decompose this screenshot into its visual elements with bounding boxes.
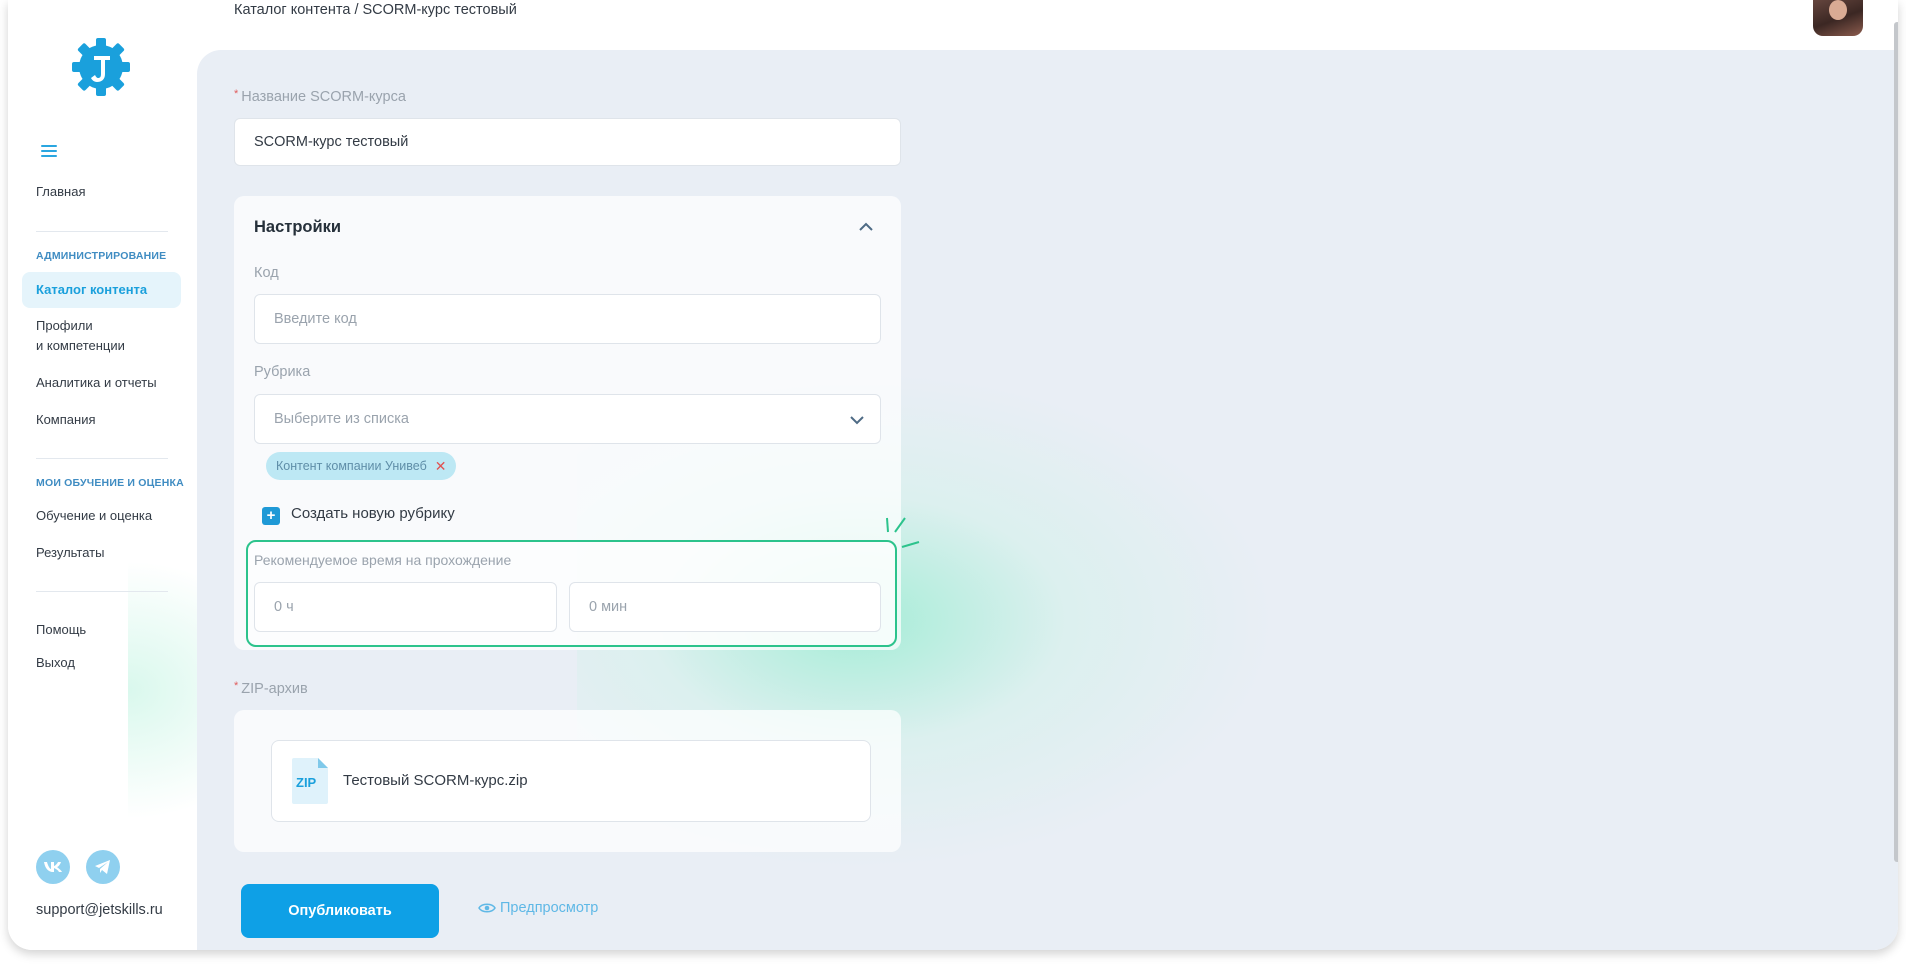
sidebar: Главная АДМИНИСТРИРОВАНИЕ Каталог контен… [8,0,288,950]
zip-file-icon-label: ZIP [296,775,317,790]
sidebar-item-home[interactable]: Главная [36,182,85,202]
sidebar-item-analytics[interactable]: Аналитика и отчеты [36,373,157,393]
zip-label: * ZIP-архив [234,680,308,697]
rubric-select-value: Выберите из списка [274,411,409,427]
preview-link-label: Предпросмотр [500,900,599,916]
sidebar-item-learning[interactable]: Обучение и оценка [36,506,152,526]
sidebar-divider [36,591,168,592]
support-email[interactable]: support@jetskills.ru [36,902,163,918]
telegram-icon[interactable] [86,850,120,884]
chevron-down-icon [850,416,864,425]
rubric-select[interactable]: Выберите из списка [254,394,881,444]
eye-icon [478,903,496,913]
rubric-tag-label: Контент компании Унивеб [276,459,427,473]
remove-tag-icon[interactable]: ✕ [435,458,447,475]
sidebar-item-help[interactable]: Помощь [36,620,86,640]
zip-file-icon: ZIP [292,758,328,804]
avatar[interactable] [1813,0,1863,36]
sidebar-item-profiles[interactable]: Профили и компетенции [36,316,125,356]
chevron-up-icon[interactable] [859,222,873,231]
plus-icon[interactable]: + [262,507,280,525]
sidebar-item-logout[interactable]: Выход [36,653,75,673]
menu-toggle-icon[interactable] [41,145,57,159]
sidebar-item-profiles-line2: и компетенции [36,338,125,353]
create-rubric-link[interactable]: Создать новую рубрику [291,505,455,522]
rubric-label: Рубрика [254,364,311,380]
hours-input[interactable]: 0 ч [254,582,557,632]
sidebar-divider [36,458,168,459]
app-window: Главная АДМИНИСТРИРОВАНИЕ Каталог контен… [8,0,1898,950]
jetskills-logo-icon[interactable] [70,36,132,98]
minutes-input[interactable]: 0 мин [569,582,881,632]
recommended-time-label: Рекомендуемое время на прохождение [254,552,512,568]
code-label: Код [254,265,279,281]
breadcrumb: Каталог контента / SCORM-курс тестовый [234,2,517,18]
sidebar-section-admin: АДМИНИСТРИРОВАНИЕ [36,250,167,262]
vk-icon[interactable] [36,850,70,884]
sidebar-item-company[interactable]: Компания [36,410,96,430]
course-name-label: * Название SCORM-курса [234,88,406,105]
zip-file-name: Тестовый SCORM-курс.zip [343,772,528,789]
rubric-tag: Контент компании Унивеб ✕ [266,452,457,480]
code-input[interactable]: Введите код [254,294,881,344]
sidebar-item-catalog-label[interactable]: Каталог контента [36,280,147,300]
publish-button[interactable]: Опубликовать [241,884,439,938]
preview-link[interactable]: Предпросмотр [478,900,598,916]
sidebar-section-learning: МОИ ОБУЧЕНИЕ И ОЦЕНКА [36,477,184,489]
sidebar-divider [36,231,168,232]
sparkle-icon [886,517,920,548]
sidebar-item-profiles-line1: Профили [36,318,93,333]
sidebar-item-results[interactable]: Результаты [36,543,104,563]
course-name-input[interactable]: SCORM-курс тестовый [234,118,901,166]
scrollbar[interactable] [1894,22,1898,862]
settings-title: Настройки [254,218,342,236]
